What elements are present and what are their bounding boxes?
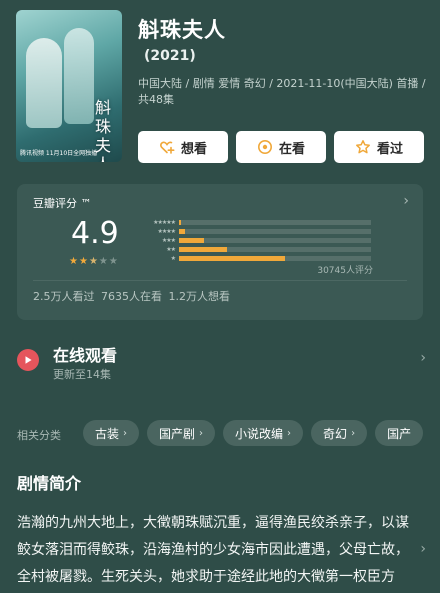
chevron-right-icon: › <box>351 427 356 439</box>
distribution-track <box>179 247 371 252</box>
distribution-row: ★★★★★ <box>135 218 371 227</box>
distribution-bar-4 <box>179 229 185 234</box>
distribution-track <box>179 238 371 243</box>
rating-score: 4.9 <box>71 216 119 251</box>
star-filled-icon: ★ <box>69 256 78 267</box>
star-half-icon: ★ <box>88 256 98 267</box>
star-filled-icon: ★ <box>78 256 88 267</box>
divider <box>33 280 407 281</box>
distribution-level: ★★★★ <box>157 228 176 235</box>
chevron-right-icon[interactable]: › <box>420 350 426 366</box>
movie-detail-page: 斛珠夫人 腾讯视频 11月10日全网独播 斛珠夫人 (2021) 中国大陆 / … <box>0 0 440 593</box>
distribution-row: ★ <box>135 254 371 263</box>
online-watch-update: 更新至14集 <box>53 368 111 381</box>
watched-button[interactable]: 看过 <box>334 131 424 163</box>
distribution-level: ★★ <box>166 246 176 253</box>
release-year: (2021) <box>144 48 196 64</box>
heart-plus-icon <box>159 139 175 155</box>
tag-chip[interactable]: 古装 › <box>83 420 140 446</box>
action-buttons: 想看 在看 看过 <box>138 131 424 163</box>
play-icon[interactable] <box>17 349 39 371</box>
chevron-right-icon[interactable]: › <box>403 193 409 209</box>
rating-stars: ★ ★ ★ ★ ★ <box>69 256 118 267</box>
distribution-level: ★★★★★ <box>153 219 176 226</box>
distribution-row: ★★ <box>135 245 371 254</box>
distribution-bar-2 <box>179 247 227 252</box>
want-to-watch-button[interactable]: 想看 <box>138 131 228 163</box>
tag-chip[interactable]: 小说改编 › <box>223 420 304 446</box>
distribution-track <box>179 220 371 225</box>
rating-votes: 30745人评分 <box>317 266 373 276</box>
tag-label: 古装 <box>95 426 120 441</box>
rating-distribution: ★★★★★ ★★★★ ★★★ ★★ ★ <box>135 218 371 263</box>
synopsis-text[interactable]: 浩瀚的九州大地上，大徵朝珠赋沉重，逼得渔民绞杀亲子，以谋鲛女落泪而得鲛珠，沿海渔… <box>17 510 419 593</box>
tag-label: 小说改编 <box>235 426 284 441</box>
movie-meta-info: 中国大陆 / 剧情 爱情 奇幻 / 2021-11-10(中国大陆) 首播 / … <box>138 77 426 106</box>
want-to-watch-label: 想看 <box>180 141 207 157</box>
douban-rating-card[interactable]: 豆瓣评分 ™ › 4.9 ★ ★ ★ ★ ★ ★★★★★ ★★★★ ★★★ ★★… <box>17 184 423 320</box>
poster-footer: 腾讯视频 11月10日全网独播 <box>20 150 98 157</box>
distribution-bar-5 <box>179 220 181 225</box>
poster-figure-left <box>26 38 62 128</box>
watch-stats: 2.5万人看过 7635人在看 1.2万人想看 <box>33 290 230 303</box>
tag-chip[interactable]: 国产 <box>375 420 424 446</box>
tag-list: 古装 › 国产剧 › 小说改编 › 奇幻 › 国产 <box>83 420 424 446</box>
watching-button[interactable]: 在看 <box>236 131 326 163</box>
star-icon <box>355 139 371 155</box>
chevron-right-icon: › <box>287 427 292 439</box>
poster-figure-right <box>64 28 94 124</box>
tag-label: 奇幻 <box>323 426 348 441</box>
chevron-right-icon: › <box>199 427 204 439</box>
play-circle-icon <box>257 139 273 155</box>
page-title: 斛珠夫人 <box>138 18 226 42</box>
watching-label: 在看 <box>278 141 305 157</box>
distribution-track <box>179 256 371 261</box>
online-watch-title[interactable]: 在线观看 <box>53 342 117 366</box>
distribution-row: ★★★ <box>135 236 371 245</box>
distribution-row: ★★★★ <box>135 227 371 236</box>
rating-label: 豆瓣评分 ™ <box>33 197 92 210</box>
tag-chip[interactable]: 奇幻 › <box>311 420 368 446</box>
poster-image[interactable]: 斛珠夫人 腾讯视频 11月10日全网独播 <box>16 10 122 162</box>
distribution-bar-3 <box>179 238 204 243</box>
distribution-bar-1 <box>179 256 285 261</box>
star-empty-icon: ★ <box>108 256 118 267</box>
distribution-level: ★ <box>170 255 176 262</box>
star-empty-icon: ★ <box>98 256 108 267</box>
distribution-level: ★★★ <box>161 237 176 244</box>
tag-chip[interactable]: 国产剧 › <box>147 420 216 446</box>
watched-label: 看过 <box>376 141 403 157</box>
tag-label: 国产 <box>387 426 412 441</box>
tag-label: 国产剧 <box>159 426 196 441</box>
tags-label: 相关分类 <box>17 429 61 442</box>
distribution-track <box>179 229 371 234</box>
chevron-right-icon: › <box>123 427 128 439</box>
synopsis-title: 剧情简介 <box>17 474 82 493</box>
chevron-right-icon[interactable]: › <box>420 541 426 557</box>
